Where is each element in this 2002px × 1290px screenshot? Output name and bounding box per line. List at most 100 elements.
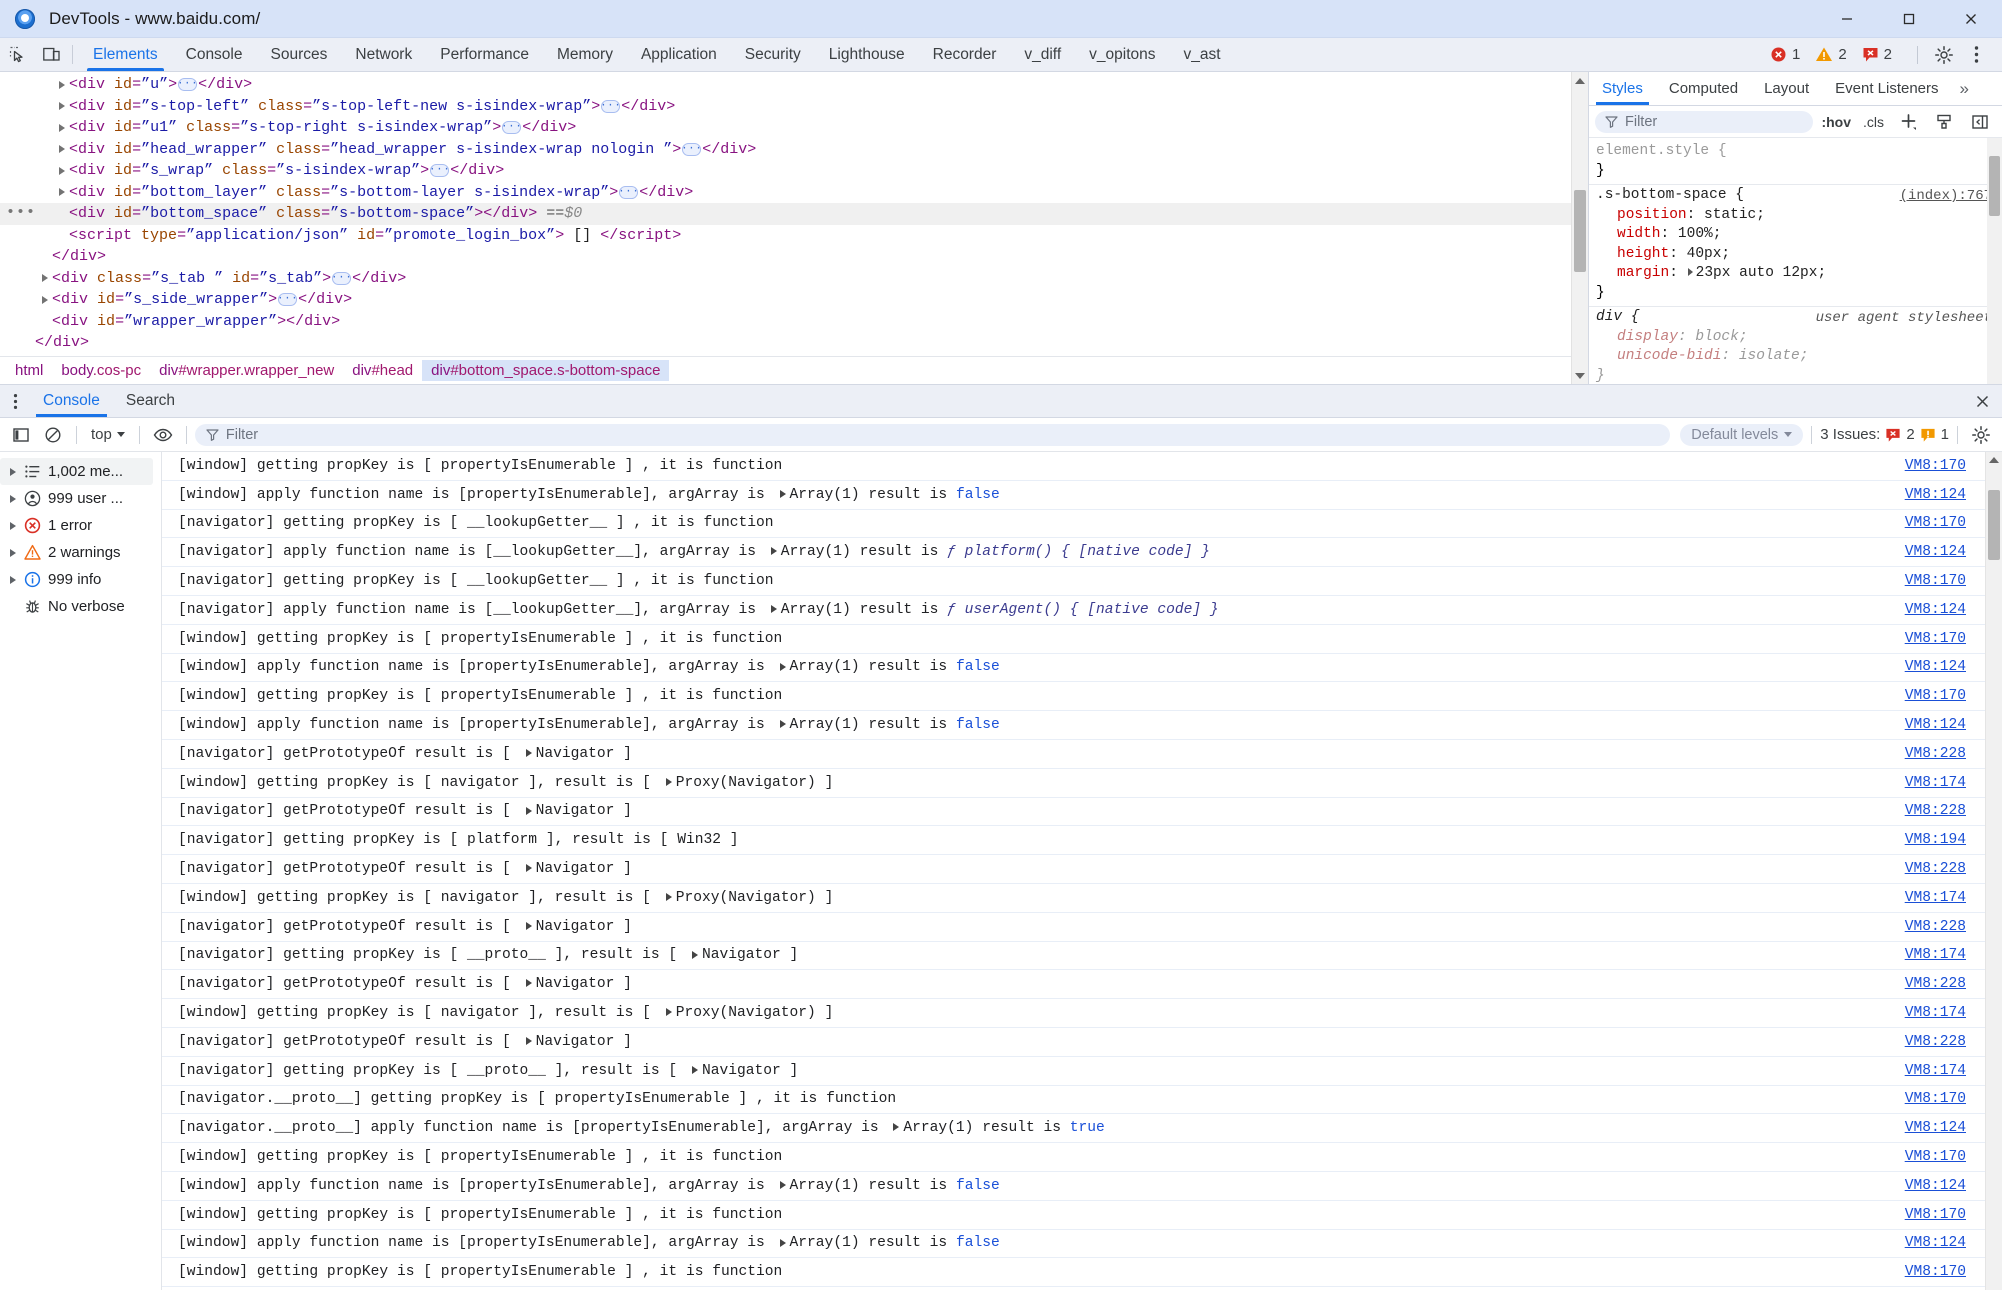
breadcrumb-item[interactable]: div#head bbox=[343, 360, 422, 381]
close-button[interactable] bbox=[1940, 0, 2002, 38]
scroll-down-arrow[interactable] bbox=[1572, 367, 1588, 384]
dom-node-row[interactable]: <div id=”u”>···</div> bbox=[0, 74, 1588, 96]
css-property-value[interactable]: static; bbox=[1704, 207, 1765, 223]
expand-arrow-icon[interactable] bbox=[10, 495, 16, 503]
scroll-thumb[interactable] bbox=[1574, 190, 1586, 272]
console-source-link[interactable]: VM8:170 bbox=[1905, 631, 1966, 647]
css-property-name[interactable]: width bbox=[1617, 226, 1661, 242]
expand-object-arrow-icon[interactable] bbox=[893, 1123, 899, 1131]
expand-ellipsis-icon[interactable]: ··· bbox=[278, 293, 297, 306]
console-message[interactable]: [navigator] getPrototypeOf result is [ N… bbox=[162, 970, 2002, 999]
tab-network[interactable]: Network bbox=[341, 38, 426, 71]
drawer-kebab-menu-icon[interactable] bbox=[0, 385, 30, 417]
console-sidebar-item-user-message[interactable]: 999 user ... bbox=[0, 485, 161, 512]
css-property-name[interactable]: unicode-bidi bbox=[1617, 348, 1721, 364]
console-source-link[interactable]: VM8:228 bbox=[1905, 1034, 1966, 1050]
expand-object-arrow-icon[interactable] bbox=[780, 663, 786, 671]
console-message[interactable]: [window] getting propKey is [ propertyIs… bbox=[162, 1143, 2002, 1172]
css-rules-list[interactable]: element.style {}.s-bottom-space {(index)… bbox=[1589, 138, 2002, 384]
dom-node-row[interactable]: <div id=”u1” class=”s-top-right s-isinde… bbox=[0, 117, 1588, 139]
dom-node-row[interactable]: •••<div id=”bottom_space” class=”s-botto… bbox=[0, 203, 1588, 225]
expand-object-arrow-icon[interactable] bbox=[526, 807, 532, 815]
css-property-name[interactable]: height bbox=[1617, 246, 1669, 262]
dom-node-row[interactable]: <div id=”s-top-left” class=”s-top-left-n… bbox=[0, 96, 1588, 118]
console-source-link[interactable]: VM8:124 bbox=[1905, 602, 1966, 618]
expand-object-arrow-icon[interactable] bbox=[666, 1008, 672, 1016]
console-message[interactable]: [window] getting propKey is [ propertyIs… bbox=[162, 682, 2002, 711]
tab-lighthouse[interactable]: Lighthouse bbox=[815, 38, 919, 71]
console-message[interactable]: [navigator] getPrototypeOf result is [ N… bbox=[162, 913, 2002, 942]
console-message[interactable]: [window] apply function name is [propert… bbox=[162, 481, 2002, 510]
console-source-link[interactable]: VM8:124 bbox=[1905, 717, 1966, 733]
console-message[interactable]: [window] getting propKey is [ navigator … bbox=[162, 769, 2002, 798]
console-source-link[interactable]: VM8:124 bbox=[1905, 659, 1966, 675]
expand-arrow-icon[interactable] bbox=[59, 102, 65, 110]
console-source-link[interactable]: VM8:228 bbox=[1905, 919, 1966, 935]
console-source-link[interactable]: VM8:170 bbox=[1905, 688, 1966, 704]
css-declaration[interactable]: display: block; bbox=[1589, 328, 2002, 348]
console-message[interactable]: [navigator] getting propKey is [ platfor… bbox=[162, 826, 2002, 855]
console-sidebar-item-warning[interactable]: 2 warnings bbox=[0, 539, 161, 566]
css-property-name[interactable]: display bbox=[1617, 329, 1678, 345]
expand-arrow-icon[interactable] bbox=[10, 522, 16, 530]
console-message[interactable]: [navigator.__proto__] apply function nam… bbox=[162, 1114, 2002, 1143]
live-expression-eye-icon[interactable] bbox=[148, 422, 178, 448]
clear-console-icon[interactable] bbox=[38, 422, 68, 448]
console-sidebar-item-bug[interactable]: No verbose bbox=[0, 593, 161, 620]
dom-node-row[interactable]: <div id=”s_side_wrapper”>···</div> bbox=[0, 289, 1588, 311]
expand-object-arrow-icon[interactable] bbox=[526, 1037, 532, 1045]
expand-object-arrow-icon[interactable] bbox=[526, 979, 532, 987]
css-declaration[interactable]: unicode-bidi: isolate; bbox=[1589, 347, 2002, 367]
console-source-link[interactable]: VM8:124 bbox=[1905, 1178, 1966, 1194]
console-message[interactable]: [window] apply function name is [propert… bbox=[162, 1172, 2002, 1201]
styles-scrollbar[interactable] bbox=[1987, 138, 2002, 384]
dom-node-row[interactable]: <script type=”application/json” id=”prom… bbox=[0, 225, 1588, 247]
expand-arrow-icon[interactable] bbox=[59, 124, 65, 132]
console-source-link[interactable]: VM8:228 bbox=[1905, 861, 1966, 877]
console-message[interactable]: [navigator] apply function name is [__lo… bbox=[162, 596, 2002, 625]
console-message[interactable]: [window] getting propKey is [ propertyIs… bbox=[162, 452, 2002, 481]
console-message[interactable]: [window] getting propKey is [ propertyIs… bbox=[162, 625, 2002, 654]
dom-node-row[interactable]: <div id=”bottom_layer” class=”s-bottom-l… bbox=[0, 182, 1588, 204]
drawer-close-icon[interactable] bbox=[1962, 385, 2002, 417]
console-source-link[interactable]: VM8:170 bbox=[1905, 1091, 1966, 1107]
expand-ellipsis-icon[interactable]: ··· bbox=[332, 272, 351, 285]
tab-memory[interactable]: Memory bbox=[543, 38, 627, 71]
console-settings-gear-icon[interactable] bbox=[1966, 422, 1996, 448]
console-message[interactable]: [navigator] getting propKey is [ __proto… bbox=[162, 1057, 2002, 1086]
breadcrumb-item[interactable]: div#wrapper.wrapper_new bbox=[150, 360, 343, 381]
console-message[interactable]: [window] apply function name is [propert… bbox=[162, 711, 2002, 740]
console-source-link[interactable]: VM8:124 bbox=[1905, 1120, 1966, 1136]
dom-node-row[interactable]: <div id=”head_wrapper” class=”head_wrapp… bbox=[0, 139, 1588, 161]
tab-v-ast[interactable]: v_ast bbox=[1170, 38, 1235, 71]
tab-performance[interactable]: Performance bbox=[426, 38, 543, 71]
console-sidebar-item-error[interactable]: 1 error bbox=[0, 512, 161, 539]
console-source-link[interactable]: VM8:228 bbox=[1905, 746, 1966, 762]
css-source-link[interactable]: (index):767 bbox=[1900, 187, 1992, 207]
expand-object-arrow-icon[interactable] bbox=[692, 951, 698, 959]
expand-object-arrow-icon[interactable] bbox=[666, 893, 672, 901]
expand-object-arrow-icon[interactable] bbox=[692, 1066, 698, 1074]
console-sidebar-item-list[interactable]: 1,002 me... bbox=[0, 458, 153, 485]
console-source-link[interactable]: VM8:170 bbox=[1905, 515, 1966, 531]
css-selector[interactable]: element.style { bbox=[1589, 142, 2002, 162]
console-message[interactable]: [window] apply function name is [propert… bbox=[162, 1230, 2002, 1259]
expand-arrow-icon[interactable] bbox=[59, 188, 65, 196]
device-toolbar-icon[interactable] bbox=[34, 38, 68, 71]
console-filter-input[interactable]: Filter bbox=[195, 424, 1670, 446]
tab-recorder[interactable]: Recorder bbox=[919, 38, 1011, 71]
css-declaration[interactable]: position: static; bbox=[1589, 206, 2002, 226]
expand-object-arrow-icon[interactable] bbox=[771, 605, 777, 613]
console-message[interactable]: [window] getting propKey is [ navigator … bbox=[162, 884, 2002, 913]
expand-arrow-icon[interactable] bbox=[42, 296, 48, 304]
console-source-link[interactable]: VM8:194 bbox=[1905, 832, 1966, 848]
console-message[interactable]: [navigator.__proto__] getting propKey is… bbox=[162, 1086, 2002, 1115]
css-property-name[interactable]: position bbox=[1617, 207, 1687, 223]
css-declaration[interactable]: margin: 23px auto 12px; bbox=[1589, 264, 2002, 284]
console-source-link[interactable]: VM8:174 bbox=[1905, 1063, 1966, 1079]
toggle-console-sidebar-icon[interactable] bbox=[6, 422, 36, 448]
expand-arrow-icon[interactable] bbox=[10, 549, 16, 557]
expand-object-arrow-icon[interactable] bbox=[526, 864, 532, 872]
console-source-link[interactable]: VM8:124 bbox=[1905, 487, 1966, 503]
console-message[interactable]: [navigator] getPrototypeOf result is [ N… bbox=[162, 740, 2002, 769]
